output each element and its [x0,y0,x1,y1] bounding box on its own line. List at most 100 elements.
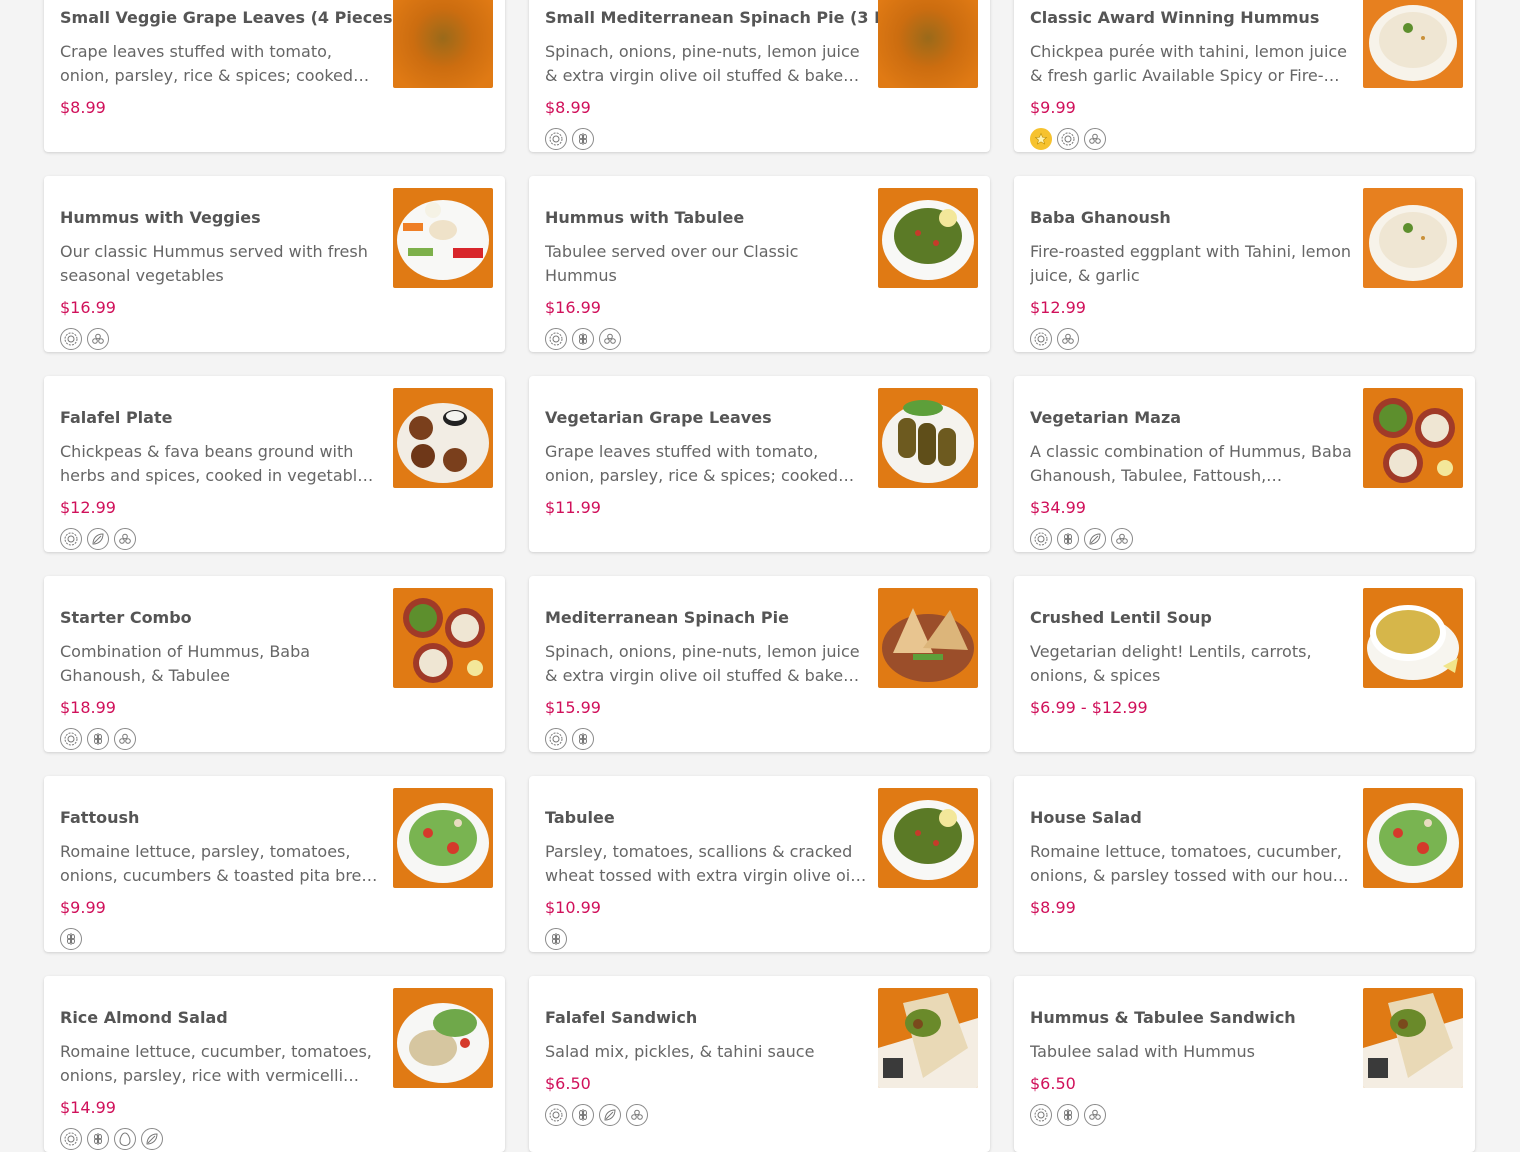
grain-icon [572,728,594,750]
grain-icon [1057,528,1079,550]
dietary-badges [545,928,867,952]
menu-item-photo [878,0,978,88]
grain-icon [572,1104,594,1126]
menu-item-card[interactable]: Classic Award Winning Hummus Chickpea pur… [1014,0,1475,152]
menu-item-card[interactable]: Small Veggie Grape Leaves (4 Pieces) Crap… [44,0,505,152]
menu-item-info: Mediterranean Spinach Pie Spinach, onions… [545,608,867,752]
menu-item-photo [393,588,493,688]
dietary-badges [60,928,382,952]
menu-item-description: Combination of Hummus, Baba Ghanoush, & … [60,642,311,685]
menu-item-name: Vegetarian Maza [1030,408,1182,427]
grain-icon [572,328,594,350]
menu-item-photo [393,988,493,1088]
clover-icon [87,328,109,350]
menu-item-description: Vegetarian delight! Lentils, carrots, on… [1030,642,1312,685]
clover-icon [114,728,136,750]
menu-item-description: Grape leaves stuffed with tomato, onion,… [545,442,839,485]
menu-item-description: Romaine lettuce, tomatoes, cucumber, oni… [1030,842,1351,885]
menu-item-card[interactable]: House Salad Romaine lettuce, tomatoes, cu… [1014,776,1475,952]
menu-item-card[interactable]: Baba Ghanoush Fire-roasted eggplant with … [1014,176,1475,352]
menu-item-name: House Salad [1030,808,1142,827]
menu-item-card[interactable]: Falafel Sandwich Salad mix, pickles, & ta… [529,976,990,1152]
menu-item-name: Fattoush [60,808,140,827]
dietary-badges [545,1104,867,1128]
menu-item-description: Chickpeas & fava beans ground with herbs… [60,442,368,485]
grain-icon [60,928,82,950]
menu-item-name: Falafel Sandwich [545,1008,698,1027]
menu-item-price: $6.99 - $12.99 [1030,698,1148,717]
menu-item-photo [393,788,493,888]
menu-item-photo [878,788,978,888]
menu-item-name: Falafel Plate [60,408,173,427]
menu-item-name: Tabulee [545,808,615,827]
vegan-icon [1030,528,1052,550]
vegan-icon [545,728,567,750]
clover-icon [599,328,621,350]
menu-item-card[interactable]: Tabulee Parsley, tomatoes, scallions & cr… [529,776,990,952]
menu-item-price: $18.99 [60,698,116,717]
menu-item-photo [1363,388,1463,488]
menu-item-info: Small Veggie Grape Leaves (4 Pieces) Crap… [60,8,400,120]
menu-item-description: A classic combination of Hummus, Baba Gh… [1030,442,1352,485]
menu-item-name: Vegetarian Grape Leaves [545,408,772,427]
vegan-icon [1030,328,1052,350]
menu-item-card[interactable]: Small Mediterranean Spinach Pie (3 Piece… [529,0,990,152]
menu-item-card[interactable]: Vegetarian Grape Leaves Grape leaves stuf… [529,376,990,552]
clover-icon [1084,1104,1106,1126]
dietary-badges [60,528,382,552]
menu-item-name: Rice Almond Salad [60,1008,228,1027]
star-icon [1030,128,1052,150]
menu-item-info: Rice Almond Salad Romaine lettuce, cucumb… [60,1008,382,1152]
menu-item-info: Falafel Sandwich Salad mix, pickles, & ta… [545,1008,867,1128]
menu-item-card[interactable]: Hummus with Tabulee Tabulee served over o… [529,176,990,352]
menu-item-photo [878,588,978,688]
leaf-icon [87,528,109,550]
menu-item-info: Tabulee Parsley, tomatoes, scallions & cr… [545,808,867,952]
menu-item-card[interactable]: Fattoush Romaine lettuce, parsley, tomato… [44,776,505,952]
vegan-icon [545,128,567,150]
menu-item-card[interactable]: Vegetarian Maza A classic combination of … [1014,376,1475,552]
menu-item-name: Small Mediterranean Spinach Pie (3 Piece… [545,8,940,27]
menu-item-price: $9.99 [1030,98,1076,117]
menu-item-price: $10.99 [545,898,601,917]
menu-item-name: Hummus & Tabulee Sandwich [1030,1008,1296,1027]
leaf-icon [599,1104,621,1126]
menu-item-price: $6.50 [1030,1074,1076,1093]
menu-item-photo [878,188,978,288]
dietary-badges [60,328,382,352]
menu-item-info: Falafel Plate Chickpeas & fava beans grou… [60,408,382,552]
vegan-icon [1057,128,1079,150]
menu-item-info: Hummus with Veggies Our classic Hummus se… [60,208,382,352]
menu-item-price: $9.99 [60,898,106,917]
clover-icon [626,1104,648,1126]
menu-item-info: Hummus & Tabulee Sandwich Tabulee salad w… [1030,1008,1352,1128]
grain-icon [545,928,567,950]
menu-item-info: Hummus with Tabulee Tabulee served over o… [545,208,867,352]
menu-item-price: $11.99 [545,498,601,517]
menu-item-description: Tabulee salad with Hummus [1030,1042,1255,1061]
menu-item-card[interactable]: Rice Almond Salad Romaine lettuce, cucumb… [44,976,505,1152]
menu-item-photo [1363,588,1463,688]
menu-item-name: Classic Award Winning Hummus [1030,8,1320,27]
menu-item-card[interactable]: Hummus with Veggies Our classic Hummus se… [44,176,505,352]
dietary-badges [1030,528,1352,552]
dietary-badges [60,1128,382,1152]
menu-item-card[interactable]: Starter Combo Combination of Hummus, Baba… [44,576,505,752]
menu-item-card[interactable]: Falafel Plate Chickpeas & fava beans grou… [44,376,505,552]
menu-item-description: Romaine lettuce, cucumber, tomatoes, oni… [60,1042,372,1085]
menu-item-card[interactable]: Mediterranean Spinach Pie Spinach, onions… [529,576,990,752]
menu-item-price: $8.99 [1030,898,1076,917]
menu-item-description: Our classic Hummus served with fresh sea… [60,242,368,285]
menu-item-name: Baba Ghanoush [1030,208,1171,227]
dietary-badges [1030,328,1352,352]
dietary-badges [545,728,867,752]
clover-icon [1057,328,1079,350]
menu-item-price: $12.99 [60,498,116,517]
menu-item-card[interactable]: Crushed Lentil Soup Vegetarian delight! L… [1014,576,1475,752]
menu-item-info: Starter Combo Combination of Hummus, Baba… [60,608,382,752]
clover-icon [1111,528,1133,550]
menu-item-card[interactable]: Hummus & Tabulee Sandwich Tabulee salad w… [1014,976,1475,1152]
menu-item-price: $8.99 [545,98,591,117]
vegan-icon [60,328,82,350]
dietary-badges [1030,1104,1352,1128]
